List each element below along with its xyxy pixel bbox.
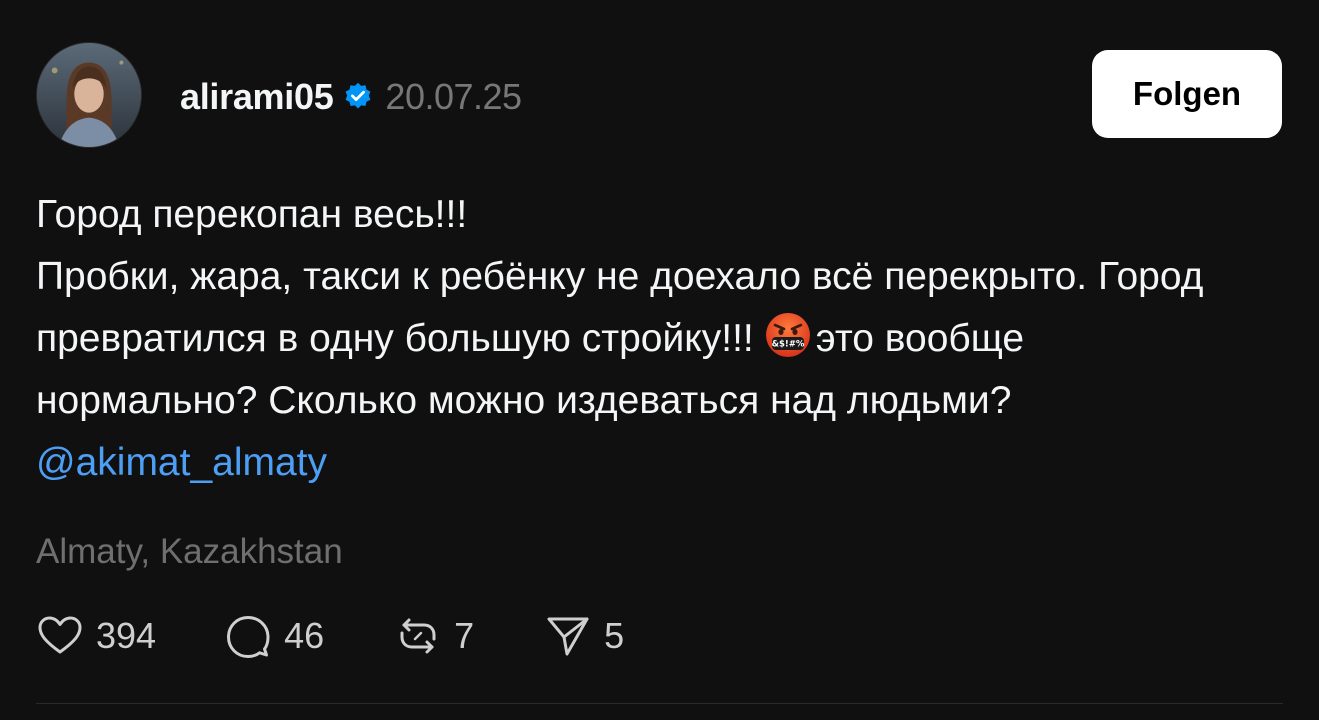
avatar[interactable] xyxy=(36,42,142,148)
thread-post: alirami05 20.07.25 Folgen Город перекопа… xyxy=(0,0,1319,720)
post-body-paragraph: Пробки, жара, такси к ребёнку не доехало… xyxy=(36,246,1236,494)
send-icon xyxy=(547,617,589,656)
verified-badge-icon xyxy=(345,82,371,109)
repost-button[interactable]: 7 xyxy=(394,612,474,660)
emoji-symbols: &$!#% xyxy=(771,340,804,350)
username-link[interactable]: alirami05 xyxy=(180,76,334,118)
post-timestamp: 20.07.25 xyxy=(385,76,522,117)
cursing-face-emoji: &$!#% xyxy=(765,313,810,357)
like-count: 394 xyxy=(96,615,157,656)
location-tag[interactable]: Almaty, Kazakhstan xyxy=(36,532,343,572)
like-button[interactable]: 394 xyxy=(36,612,156,660)
mention-link[interactable]: @akimat_almaty xyxy=(36,441,327,484)
share-count: 5 xyxy=(604,615,625,656)
avatar-image xyxy=(37,43,141,147)
post-header: alirami05 20.07.25 xyxy=(180,74,522,120)
heart-icon xyxy=(38,616,82,654)
share-button[interactable]: 5 xyxy=(544,612,624,660)
post-body-text-part1: Пробки, жара, такси к ребёнку не доехало… xyxy=(36,255,1204,360)
post-body-line1: Город перекопан весь!!! xyxy=(36,193,468,236)
reply-count: 46 xyxy=(284,615,325,656)
follow-button[interactable]: Folgen xyxy=(1092,50,1282,138)
post-body: Город перекопан весь!!! Пробки, жара, та… xyxy=(36,184,1236,494)
repost-icon xyxy=(400,618,436,654)
action-bar: 394 46 7 5 xyxy=(36,612,624,660)
divider xyxy=(36,703,1283,704)
reply-button[interactable]: 46 xyxy=(224,612,324,660)
comment-bubble-icon xyxy=(227,616,270,658)
repost-count: 7 xyxy=(454,615,475,656)
